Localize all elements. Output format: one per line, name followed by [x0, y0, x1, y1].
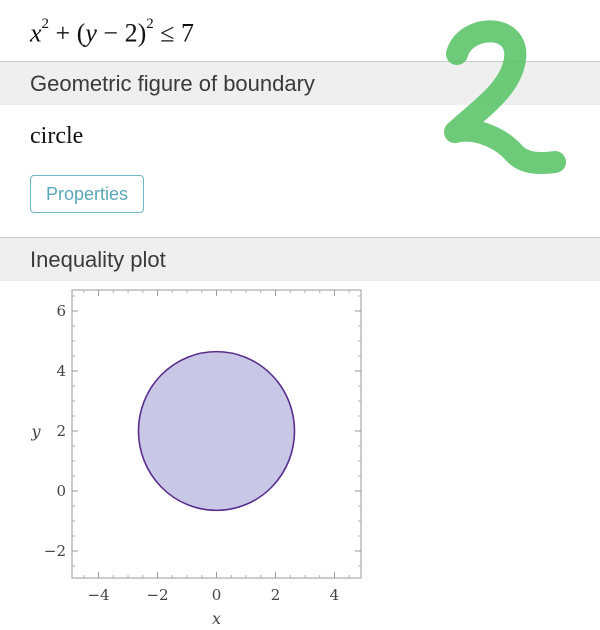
x-tick-label: −4 — [87, 586, 109, 604]
eq-minus: − 2) — [96, 18, 147, 48]
section-title-plot: Inequality plot — [30, 247, 166, 272]
x-axis-label: x — [212, 609, 221, 628]
eq-x: x — [30, 18, 42, 48]
section-title-boundary: Geometric figure of boundary — [30, 71, 315, 96]
inequality-plot: −4 −2 0 2 4 −2 0 2 4 6 x y — [30, 289, 362, 628]
solution-region — [137, 350, 296, 512]
handwritten-annotation-2 — [444, 20, 566, 174]
y-tick-label: −2 — [44, 542, 66, 560]
y-axis-label: y — [30, 422, 41, 441]
properties-button[interactable]: Properties — [30, 175, 144, 213]
y-tick-label: 4 — [56, 362, 66, 380]
y-tick-label: 2 — [56, 422, 66, 440]
eq-exponent-2: 2 — [146, 16, 154, 32]
y-tick-label: 6 — [56, 302, 66, 320]
section-header-plot: Inequality plot — [0, 237, 600, 281]
x-tick-label: 0 — [212, 586, 222, 604]
x-tick-label: 4 — [330, 586, 340, 604]
eq-y: y — [85, 18, 97, 48]
eq-plus: + ( — [49, 18, 86, 48]
x-tick-label: 2 — [271, 586, 281, 604]
y-tick-label: 0 — [56, 482, 66, 500]
eq-exponent-1: 2 — [41, 16, 50, 32]
x-tick-label: −2 — [146, 586, 168, 604]
boundary-result: circle — [30, 123, 84, 149]
eq-le: ≤ 7 — [153, 18, 195, 48]
inequality-input: x2 + (y − 2)2 ≤ 7 — [30, 6, 194, 50]
